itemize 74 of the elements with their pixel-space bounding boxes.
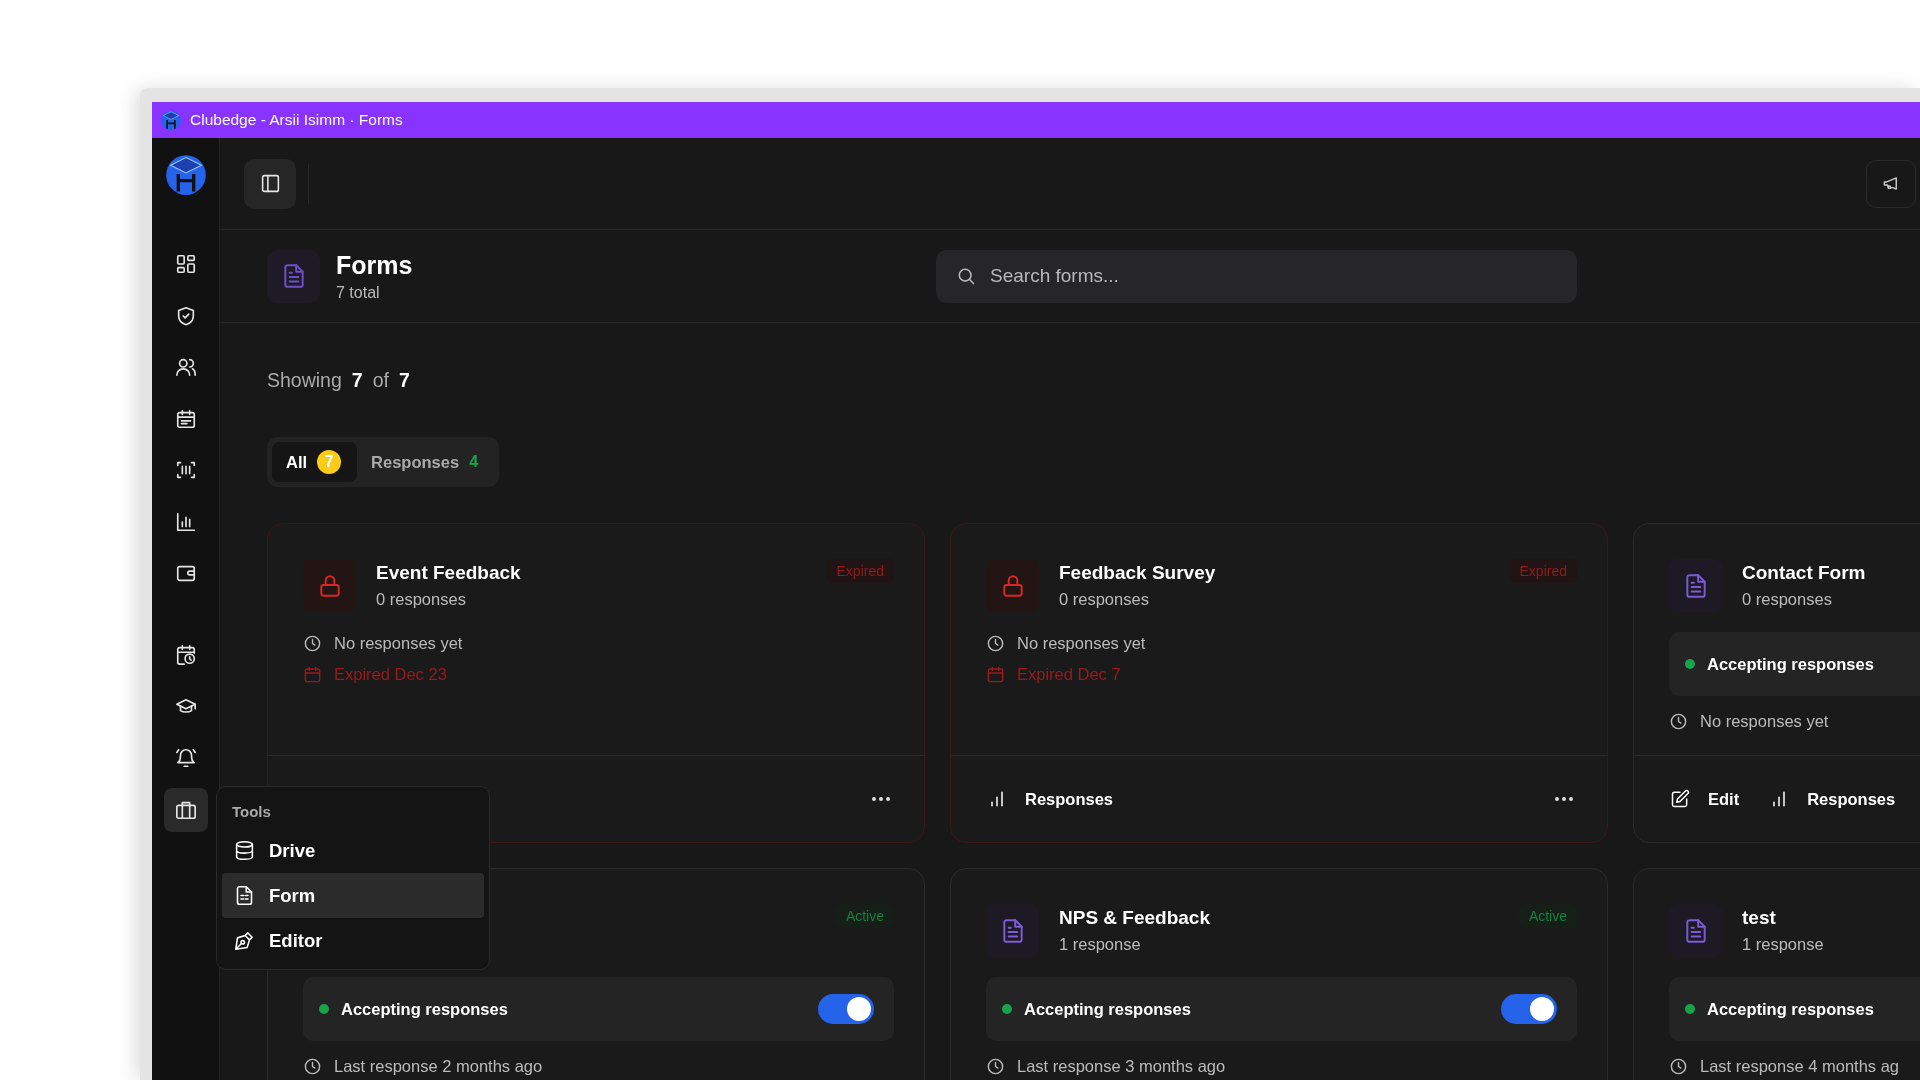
form-title: Contact Form: [1742, 562, 1866, 584]
status-dot: [1002, 1004, 1012, 1014]
bell-icon: [174, 747, 197, 769]
search-field[interactable]: Search forms...: [936, 249, 1577, 303]
results-count: Showing 7 of 7: [267, 369, 411, 393]
responses-button[interactable]: Responses: [979, 783, 1122, 815]
users-icon: [174, 356, 197, 378]
grid-icon: [174, 253, 197, 275]
form-title: test: [1742, 907, 1777, 929]
accepting-label: Accepting responses: [1024, 999, 1191, 1019]
menu-item[interactable]: Form: [222, 873, 484, 918]
sidebar-toggle-button[interactable]: [244, 158, 296, 209]
last-response-text: No responses yet: [334, 634, 463, 653]
form-title: Event Feedback: [376, 562, 521, 584]
accepting-label: Accepting responses: [1707, 654, 1874, 674]
calendar-icon: [174, 407, 197, 430]
logo-icon: [163, 152, 208, 196]
clock-icon: [986, 634, 1005, 653]
status-dot: [1685, 1004, 1695, 1014]
calendar-clock-icon: [174, 644, 197, 666]
bar-chart-icon: [174, 510, 197, 533]
scan-icon: [174, 459, 197, 481]
form-card[interactable]: Contact Form 0 responses Accepting responses No responses yet Edit Responses: [1633, 523, 1920, 843]
last-response-text: Last response 2 months ago: [334, 1057, 543, 1076]
edit-icon: [1670, 789, 1690, 809]
more-icon: [872, 797, 890, 801]
clock-icon: [1669, 1057, 1688, 1076]
clock-icon: [1669, 712, 1688, 731]
toggle-switch[interactable]: [1501, 994, 1557, 1024]
form-title: NPS & Feedback: [1059, 907, 1210, 929]
filter-tab[interactable]: Responses 4: [357, 442, 495, 482]
page-title: Forms: [336, 250, 413, 280]
response-count: 0 responses: [1059, 590, 1150, 609]
status-badge: Active: [1518, 904, 1577, 928]
response-count: 0 responses: [376, 590, 467, 609]
calendar-icon: [986, 665, 1005, 684]
pen-tool-icon: [234, 930, 255, 951]
toggle-switch[interactable]: [818, 994, 874, 1024]
form-card[interactable]: NPS & Feedback 1 response Active Accepting responses Last response 3 months ago: [950, 868, 1608, 1080]
status-badge: Expired: [826, 559, 894, 583]
last-response-text: Last response 3 months ago: [1017, 1057, 1226, 1076]
form-icon: [234, 885, 255, 906]
page-subtitle: 7 total: [336, 283, 381, 302]
form-title: Feedback Survey: [1059, 562, 1216, 584]
announcements-button[interactable]: [1866, 159, 1916, 208]
more-icon: [1555, 797, 1573, 801]
form-card[interactable]: Feedback Survey 0 responses Expired No responses yet Expired Dec 7 Responses: [950, 523, 1608, 843]
clock-icon: [303, 1057, 322, 1076]
sidebar-item[interactable]: [163, 787, 208, 832]
expiry-date: Expired Dec 23: [334, 665, 447, 684]
window-title: Clubedge - Arsii Isimm · Forms: [190, 111, 403, 129]
sidebar-toggle-icon: [259, 173, 281, 194]
status-dot: [1685, 659, 1695, 669]
status-badge: Expired: [1509, 559, 1577, 583]
response-count: 1 response: [1059, 935, 1142, 954]
clock-icon: [303, 634, 322, 653]
response-count: 0 responses: [1742, 590, 1833, 609]
clock-icon: [986, 1057, 1005, 1076]
accepting-label: Accepting responses: [341, 999, 508, 1019]
filter-tab[interactable]: All 7: [272, 442, 358, 482]
last-response-text: No responses yet: [1700, 712, 1829, 731]
last-response-text: Last response 4 months ag: [1700, 1057, 1900, 1076]
status-dot: [319, 1004, 329, 1014]
database-icon: [234, 840, 255, 861]
responses-button[interactable]: Responses: [1761, 783, 1904, 815]
response-count: 1 response: [1742, 935, 1824, 954]
expiry-date: Expired Dec 7: [1017, 665, 1121, 684]
logo-icon: [160, 109, 182, 131]
last-response-text: No responses yet: [1017, 634, 1146, 653]
status-badge: Active: [835, 904, 894, 928]
form-card[interactable]: test 1 response Accepting responses Last response 4 months ag: [1633, 868, 1920, 1080]
edit-button[interactable]: Edit: [1662, 783, 1748, 815]
accepting-label: Accepting responses: [1707, 999, 1874, 1019]
calendar-icon: [303, 665, 322, 684]
